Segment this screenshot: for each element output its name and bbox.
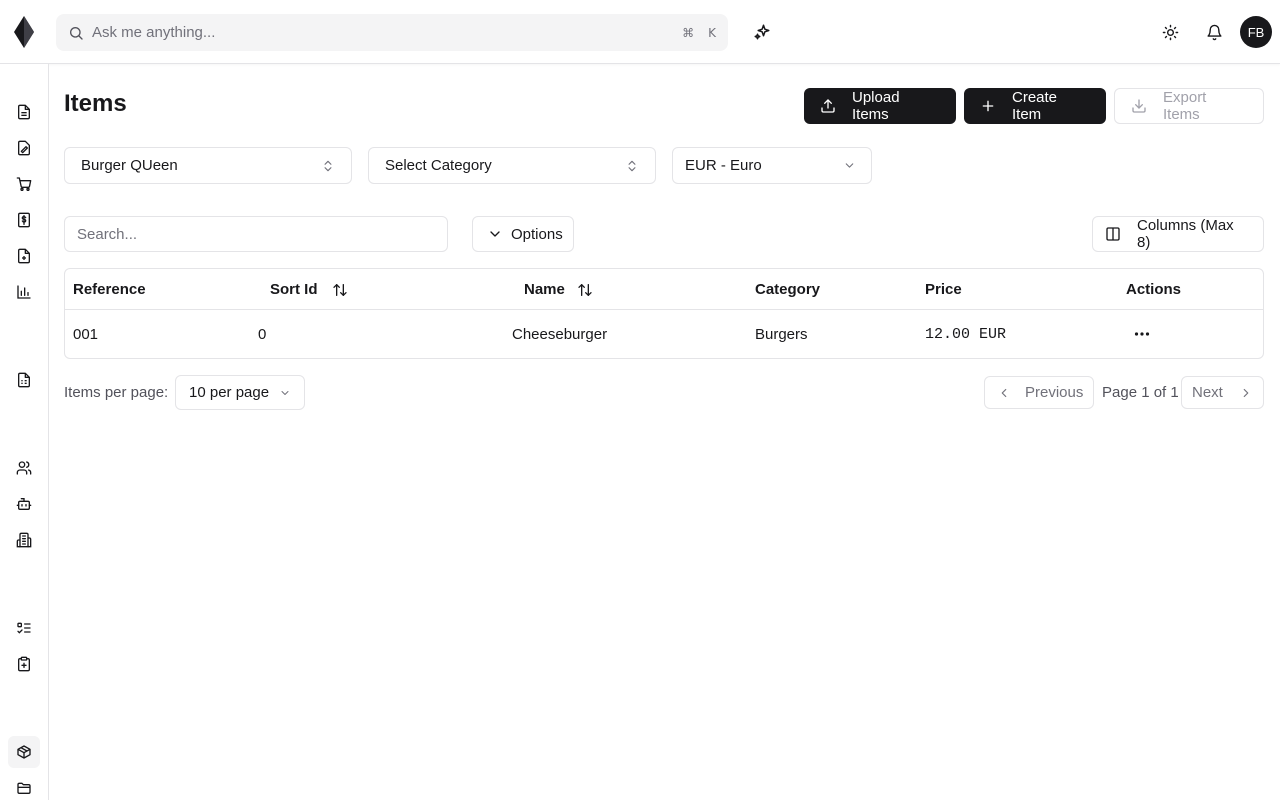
column-header-name[interactable]: Name	[524, 281, 593, 298]
items-per-page-select[interactable]: 10 per page	[175, 375, 305, 410]
create-item-label: Create Item	[1012, 89, 1058, 123]
upload-icon	[820, 98, 836, 114]
upload-items-label: Upload Items	[852, 89, 900, 123]
export-items-button[interactable]: Export Items	[1114, 88, 1264, 124]
checklist-icon[interactable]	[12, 616, 36, 640]
column-header-actions: Actions	[1126, 281, 1181, 298]
previous-label: Previous	[1025, 384, 1084, 401]
column-header-category-label: Category	[755, 281, 821, 298]
items-per-page-label: Items per page:	[64, 384, 169, 401]
currency-select-value: EUR - Euro	[685, 157, 762, 174]
items-table: Reference Sort Id Name Category Price Ac…	[64, 268, 1264, 359]
chevron-right-icon	[1239, 386, 1253, 400]
cell-reference: 001	[73, 326, 99, 343]
receipt-icon[interactable]	[12, 244, 36, 268]
page-info: Page 1 of 1	[1102, 384, 1179, 401]
options-label: Options	[511, 225, 563, 243]
previous-page-button[interactable]: Previous	[984, 376, 1094, 409]
chevron-down-icon	[843, 159, 857, 173]
chevron-down-icon	[487, 226, 503, 242]
page-title: Items	[64, 90, 127, 117]
cell-category: Burgers	[755, 326, 808, 343]
bot-icon[interactable]	[12, 492, 36, 516]
restaurant-select[interactable]: Burger QUeen	[64, 147, 352, 184]
cell-sort-id: 0	[258, 326, 267, 343]
currency-select[interactable]: EUR - Euro	[672, 147, 872, 184]
theme-toggle-sun-icon[interactable]	[1160, 22, 1180, 42]
restaurant-select-value: Burger QUeen	[81, 157, 178, 174]
items-search-input[interactable]	[64, 216, 448, 252]
user-avatar[interactable]: FB	[1240, 16, 1272, 48]
table-header: Reference Sort Id Name Category Price Ac…	[65, 269, 1263, 310]
columns-label: Columns (Max 8)	[1137, 217, 1234, 251]
sort-arrows-icon[interactable]	[332, 282, 348, 298]
column-header-reference-label: Reference	[73, 281, 146, 298]
chevron-down-icon	[279, 387, 291, 399]
signature-icon[interactable]	[12, 136, 36, 160]
column-header-sort-id-label: Sort Id	[270, 281, 318, 298]
options-button[interactable]: Options	[472, 216, 574, 252]
column-header-name-label: Name	[524, 281, 565, 298]
plus-icon	[980, 98, 996, 114]
chevrons-up-down-icon	[321, 159, 335, 173]
package-icon[interactable]	[8, 736, 40, 768]
building-icon[interactable]	[12, 528, 36, 552]
ai-sparkle-icon[interactable]	[751, 21, 773, 43]
shortcut-cmd: ⌘	[682, 25, 695, 40]
columns-icon	[1105, 226, 1121, 242]
shortcut-key: K	[708, 25, 716, 40]
column-header-price: Price	[925, 281, 962, 298]
column-header-reference[interactable]: Reference	[73, 281, 146, 298]
invoice-icon[interactable]	[12, 208, 36, 232]
table-row[interactable]: 001 0 Cheeseburger Burgers 12.00 EUR	[65, 310, 1263, 358]
create-item-button[interactable]: Create Item	[964, 88, 1106, 124]
download-icon	[1131, 98, 1147, 114]
chart-icon[interactable]	[12, 280, 36, 304]
cart-icon[interactable]	[12, 172, 36, 196]
upload-items-button[interactable]: Upload Items	[804, 88, 956, 124]
document-icon[interactable]	[12, 100, 36, 124]
chevron-left-icon	[997, 386, 1011, 400]
column-header-actions-label: Actions	[1126, 281, 1182, 298]
folder-icon[interactable]	[12, 776, 36, 800]
category-select[interactable]: Select Category	[368, 147, 656, 184]
cell-name: Cheeseburger	[512, 326, 608, 343]
global-search-placeholder: Ask me anything...	[92, 24, 216, 41]
export-items-label: Export Items	[1163, 89, 1207, 123]
next-label: Next	[1192, 384, 1223, 401]
columns-button[interactable]: Columns (Max 8)	[1092, 216, 1264, 252]
spreadsheet-icon[interactable]	[12, 368, 36, 392]
next-page-button[interactable]: Next	[1181, 376, 1264, 409]
sidebar	[0, 64, 49, 800]
search-icon	[68, 25, 84, 41]
category-select-value: Select Category	[385, 157, 492, 174]
top-bar: Ask me anything... ⌘ K FB	[0, 0, 1280, 64]
global-search-bar[interactable]: Ask me anything... ⌘ K	[56, 14, 728, 51]
sort-arrows-icon[interactable]	[577, 282, 593, 298]
users-icon[interactable]	[12, 456, 36, 480]
row-actions-ellipsis-icon[interactable]	[1133, 324, 1151, 344]
notifications-bell-icon[interactable]	[1204, 22, 1224, 42]
chevrons-up-down-icon	[625, 159, 639, 173]
column-header-price-label: Price	[925, 281, 962, 298]
cell-price: 12.00 EUR	[925, 326, 1007, 343]
app-logo[interactable]	[14, 16, 34, 48]
clipboard-icon[interactable]	[12, 652, 36, 676]
column-header-category: Category	[755, 281, 820, 298]
items-per-page-value: 10 per page	[189, 384, 270, 401]
column-header-sort-id[interactable]: Sort Id	[270, 281, 348, 298]
